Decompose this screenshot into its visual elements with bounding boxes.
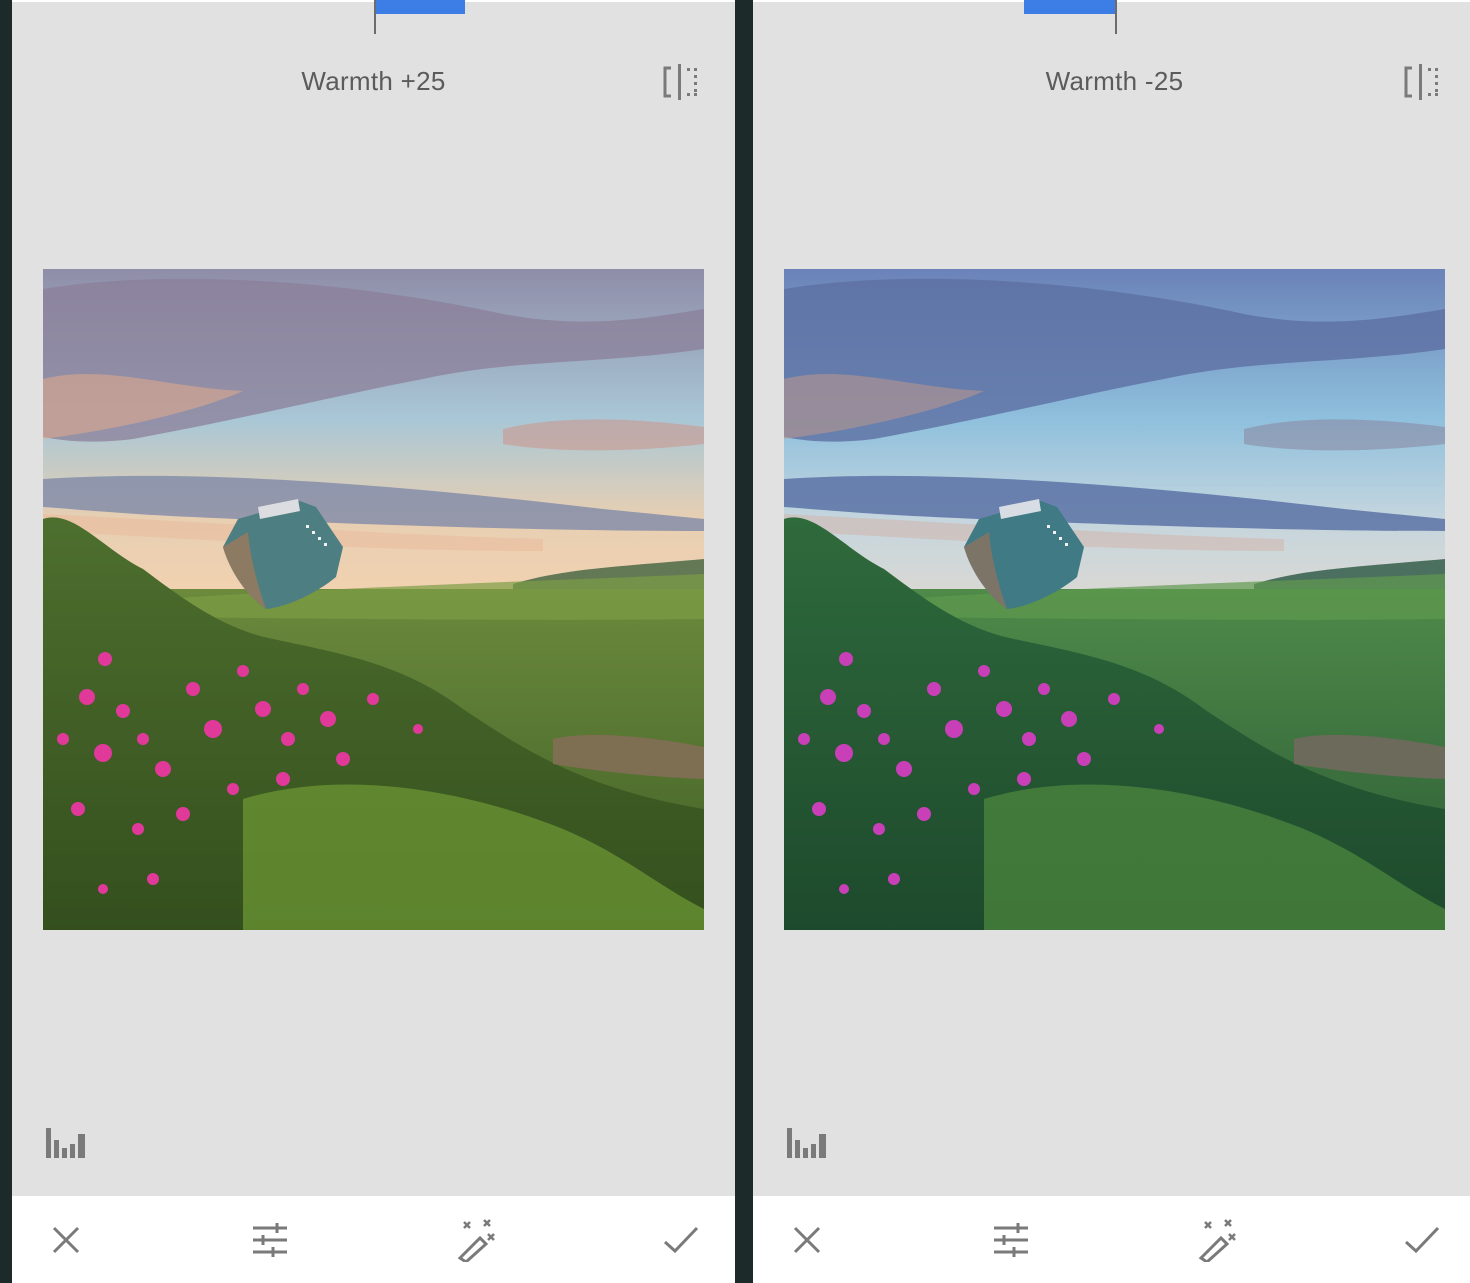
slider-fill: [374, 0, 466, 14]
tune-button[interactable]: [246, 1216, 294, 1264]
tune-sliders-icon: [253, 1223, 287, 1257]
magic-wand-icon: [457, 1219, 495, 1262]
adjustment-label: Warmth -25: [1045, 66, 1184, 96]
compare-icon[interactable]: [661, 62, 705, 102]
editor-panel-warm: Warmth +25: [12, 0, 735, 1283]
cancel-button[interactable]: [783, 1216, 831, 1264]
bottom-toolbar: [12, 1196, 735, 1283]
adjustment-slider[interactable]: [12, 0, 735, 34]
magic-wand-icon: [1198, 1219, 1236, 1262]
bottom-toolbar: [753, 1196, 1470, 1283]
slider-center-marker: [373, 0, 376, 34]
checkmark-icon: [1404, 1226, 1440, 1254]
compare-icon[interactable]: [1402, 62, 1446, 102]
tune-button[interactable]: [987, 1216, 1035, 1264]
close-icon: [52, 1226, 80, 1254]
adjustment-label: Warmth +25: [301, 66, 446, 96]
close-icon: [793, 1226, 821, 1254]
auto-adjust-button[interactable]: [452, 1216, 500, 1264]
apply-button[interactable]: [657, 1216, 705, 1264]
auto-adjust-button[interactable]: [1193, 1216, 1241, 1264]
histogram-icon[interactable]: [785, 1126, 829, 1160]
checkmark-icon: [663, 1226, 699, 1254]
adjustment-slider[interactable]: [753, 0, 1470, 34]
slider-center-marker: [1114, 0, 1117, 34]
apply-button[interactable]: [1398, 1216, 1446, 1264]
photo-preview: [43, 269, 704, 930]
histogram-icon[interactable]: [44, 1126, 88, 1160]
photo-preview: [784, 269, 1445, 930]
cancel-button[interactable]: [42, 1216, 90, 1264]
slider-fill: [1024, 0, 1116, 14]
tune-sliders-icon: [994, 1223, 1028, 1257]
editor-panel-cool: Warmth -25: [753, 0, 1470, 1283]
